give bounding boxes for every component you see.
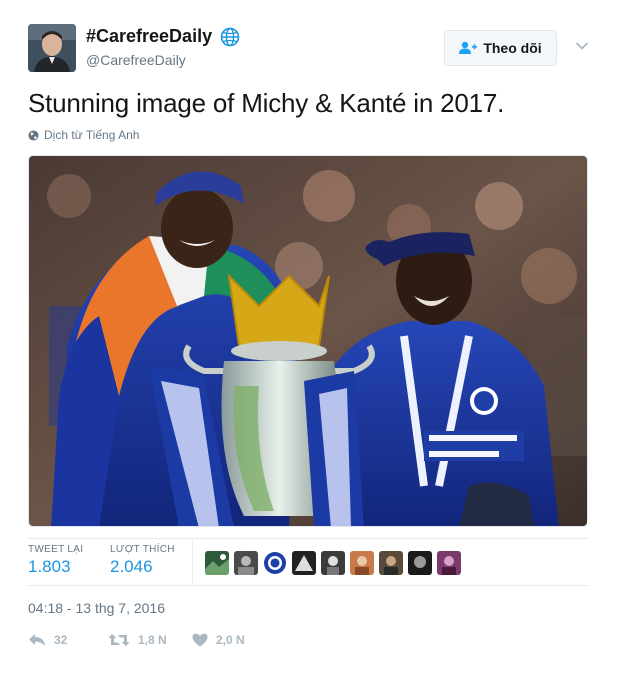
author-name-row[interactable]: #CarefreeDaily bbox=[86, 26, 240, 47]
translate-globe-icon bbox=[28, 129, 39, 141]
retweet-count: 1,8 N bbox=[138, 633, 167, 647]
author-handle[interactable]: @CarefreeDaily bbox=[86, 52, 240, 68]
retweet-button[interactable]: 1,8 N bbox=[108, 633, 192, 647]
avatar[interactable] bbox=[28, 24, 76, 72]
likes-value[interactable]: 2.046 bbox=[110, 557, 175, 577]
like-stat[interactable]: LƯỢT THÍCH 2.046 bbox=[110, 544, 175, 577]
follow-button[interactable]: Theo dõi bbox=[444, 30, 557, 66]
liker-avatar[interactable] bbox=[379, 551, 403, 575]
avatar-image bbox=[28, 24, 76, 72]
globe-icon bbox=[220, 27, 240, 46]
liker-avatar[interactable] bbox=[437, 551, 461, 575]
author-block[interactable]: #CarefreeDaily @CarefreeDaily bbox=[86, 26, 240, 68]
follow-button-label: Theo dõi bbox=[483, 40, 542, 56]
like-button[interactable]: 2,0 N bbox=[192, 633, 245, 647]
heart-icon bbox=[192, 633, 208, 647]
reply-count: 32 bbox=[54, 633, 68, 647]
reply-button[interactable]: 32 bbox=[28, 633, 108, 647]
translate-label[interactable]: Dịch từ Tiếng Anh bbox=[44, 128, 139, 142]
photo-illustration bbox=[29, 156, 587, 526]
liker-avatar[interactable] bbox=[321, 551, 345, 575]
stats-divider bbox=[192, 539, 193, 585]
retweet-stat[interactable]: TWEET LẠI 1.803 bbox=[28, 544, 83, 577]
follow-person-icon bbox=[459, 41, 478, 54]
likers-avatars bbox=[205, 551, 461, 575]
author-display-name[interactable]: #CarefreeDaily bbox=[86, 26, 212, 47]
liker-avatar[interactable] bbox=[350, 551, 374, 575]
retweet-icon bbox=[108, 634, 130, 646]
likes-label: LƯỢT THÍCH bbox=[110, 544, 175, 555]
retweets-label: TWEET LẠI bbox=[28, 544, 84, 555]
reply-icon bbox=[29, 634, 45, 646]
tweet-text: Stunning image of Michy & Kanté in 2017. bbox=[28, 88, 505, 118]
tweet-photo[interactable] bbox=[28, 155, 588, 527]
liker-avatar[interactable] bbox=[205, 551, 229, 575]
chevron-down-icon[interactable] bbox=[574, 38, 590, 54]
retweets-value[interactable]: 1.803 bbox=[28, 557, 83, 577]
tweet-timestamp[interactable]: 04:18 - 13 thg 7, 2016 bbox=[28, 600, 165, 616]
liker-avatar[interactable] bbox=[234, 551, 258, 575]
like-count: 2,0 N bbox=[216, 633, 245, 647]
tweet-actions: 32 1,8 N 2,0 N bbox=[28, 630, 245, 650]
liker-avatar[interactable] bbox=[292, 551, 316, 575]
liker-avatar[interactable] bbox=[263, 551, 287, 575]
liker-avatar[interactable] bbox=[408, 551, 432, 575]
translate-link[interactable]: Dịch từ Tiếng Anh bbox=[28, 128, 139, 142]
tweet-stats: TWEET LẠI 1.803 LƯỢT THÍCH 2.046 bbox=[28, 538, 588, 586]
